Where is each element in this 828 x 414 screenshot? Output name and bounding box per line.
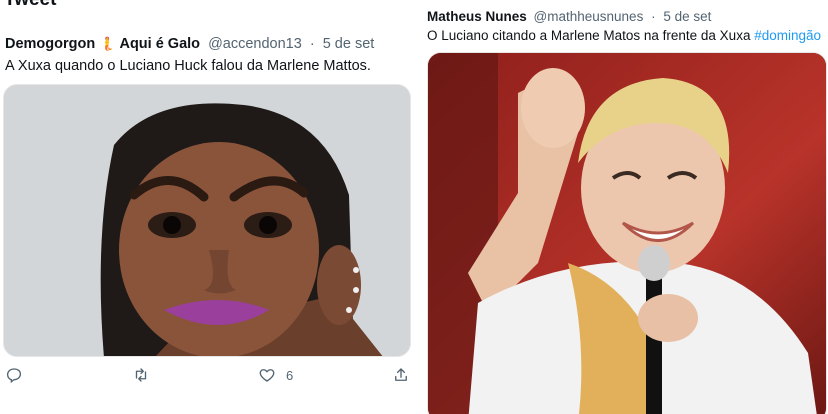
reply-icon xyxy=(6,368,22,384)
tweet-meta: Matheus Nunes @mathheusnunes · 5 de set xyxy=(427,9,711,24)
share-icon xyxy=(395,368,407,381)
left-tweet: Tweet Demogorgon 🧜 Aqui é Galo @accendon… xyxy=(0,0,414,414)
author-name[interactable]: Matheus Nunes xyxy=(427,9,527,24)
share-button[interactable] xyxy=(392,366,410,384)
heart-icon xyxy=(259,369,275,382)
meme-photo xyxy=(4,85,410,356)
tweet-image[interactable] xyxy=(3,84,411,357)
author-name[interactable]: Demogorgon xyxy=(5,36,95,52)
author-emoji: 🧜 xyxy=(99,36,116,51)
retweet-icon xyxy=(135,368,147,382)
tweet-actions: 6 xyxy=(0,366,414,394)
meta-separator: · xyxy=(309,36,315,52)
author-handle[interactable]: @accendon13 xyxy=(208,36,302,52)
meta-separator: · xyxy=(651,9,656,24)
hashtag-link[interactable]: #domingão xyxy=(754,28,821,43)
tweet-text: A Xuxa quando o Luciano Huck falou da Ma… xyxy=(5,58,371,74)
reply-button[interactable] xyxy=(5,366,23,384)
tweet-meta: Demogorgon 🧜 Aqui é Galo @accendon13 · 5… xyxy=(5,36,374,52)
performer-photo xyxy=(428,53,826,414)
tweet-date[interactable]: 5 de set xyxy=(323,36,375,52)
like-count: 6 xyxy=(286,367,294,383)
tweet-text-plain: O Luciano citando a Marlene Matos na fre… xyxy=(427,28,755,43)
tweet-image[interactable] xyxy=(427,52,827,414)
author-handle[interactable]: @mathheusnunes xyxy=(534,9,644,24)
author-name-suffix[interactable]: Aqui é Galo xyxy=(119,36,200,52)
like-button[interactable]: 6 xyxy=(258,366,293,384)
right-tweet: Matheus Nunes @mathheusnunes · 5 de set … xyxy=(417,0,828,414)
retweet-button[interactable] xyxy=(132,366,150,384)
page-header-partial: Tweet xyxy=(4,0,56,11)
tweet-text: O Luciano citando a Marlene Matos na fre… xyxy=(427,28,821,43)
tweet-date[interactable]: 5 de set xyxy=(663,9,711,24)
